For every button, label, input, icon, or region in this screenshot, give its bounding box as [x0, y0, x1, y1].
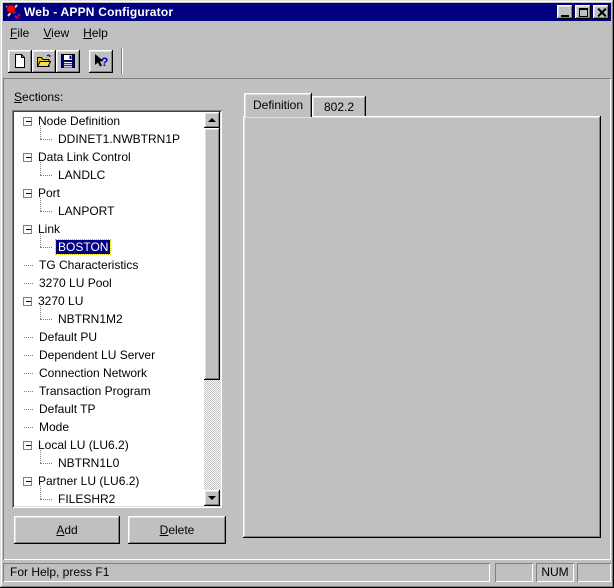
selected-tree-item[interactable]: BOSTON	[56, 240, 110, 254]
maximize-icon	[579, 8, 588, 17]
open-folder-icon	[36, 53, 52, 69]
context-help-icon: ?	[93, 53, 109, 69]
tree-item-transaction-program[interactable]: Transaction Program	[14, 382, 204, 400]
tree-connector	[40, 247, 52, 248]
app-icon	[5, 4, 21, 20]
app-window: Web - APPN Configurator File View Help	[0, 0, 614, 588]
scrollbar-thumb[interactable]	[204, 128, 220, 380]
close-icon	[597, 8, 606, 17]
menu-help[interactable]: Help	[76, 23, 115, 43]
status-cell-scrl	[577, 563, 611, 582]
tree-connector	[24, 283, 33, 284]
save-file-button[interactable]	[56, 50, 80, 73]
tree-connector	[24, 391, 33, 392]
tree-connector	[40, 175, 52, 176]
arrow-up-icon	[208, 118, 216, 122]
tree-connector	[40, 211, 52, 212]
tree-item-landlc[interactable]: LANDLC	[14, 166, 204, 184]
tab-definition[interactable]: Definition	[244, 93, 312, 117]
tree-connector	[24, 409, 33, 410]
tree-item-partner-lu[interactable]: Partner LU (LU6.2)	[14, 472, 204, 490]
delete-button-label: Delete	[160, 523, 195, 537]
tree-item-link[interactable]: Link	[14, 220, 204, 238]
tree-connector	[24, 373, 33, 374]
add-button-label: Add	[56, 523, 77, 537]
tree-item-default-pu[interactable]: Default PU	[14, 328, 204, 346]
new-document-icon	[12, 53, 28, 69]
tree-item-default-tp[interactable]: Default TP	[14, 400, 204, 418]
tree-connector	[24, 355, 33, 356]
maximize-button[interactable]	[575, 5, 591, 19]
tree-item-nbtrn1m2[interactable]: NBTRN1M2	[14, 310, 204, 328]
tree-item-local-lu[interactable]: Local LU (LU6.2)	[14, 436, 204, 454]
tree-item-data-link-control[interactable]: Data Link Control	[14, 148, 204, 166]
scroll-up-button[interactable]	[204, 112, 220, 128]
svg-text:?: ?	[101, 55, 108, 69]
status-cell-num: NUM	[536, 563, 574, 582]
tree-item-lanport[interactable]: LANPORT	[14, 202, 204, 220]
tree-item-nbtrn1l0[interactable]: NBTRN1L0	[14, 454, 204, 472]
save-floppy-icon	[60, 53, 76, 69]
definition-tab-panel	[243, 116, 601, 538]
collapse-icon[interactable]	[23, 153, 32, 162]
title-bar[interactable]: Web - APPN Configurator	[3, 3, 611, 21]
window-title: Web - APPN Configurator	[24, 5, 173, 19]
tree-item-dependent-lu-server[interactable]: Dependent LU Server	[14, 346, 204, 364]
tree-item-mode[interactable]: Mode	[14, 418, 204, 436]
new-file-button[interactable]	[8, 50, 32, 73]
status-cell-caps	[495, 563, 533, 582]
tree-connector	[40, 319, 52, 320]
context-help-button[interactable]: ?	[89, 50, 113, 73]
tree-item-port[interactable]: Port	[14, 184, 204, 202]
collapse-icon[interactable]	[23, 441, 32, 450]
tree-item-connection-network[interactable]: Connection Network	[14, 364, 204, 382]
tree-item-boston[interactable]: BOSTON	[14, 238, 204, 256]
toolbar-separator	[121, 48, 123, 74]
sections-tree[interactable]: Node Definition DDINET1.NWBTRN1P Data Li…	[12, 110, 222, 508]
arrow-down-icon	[208, 496, 216, 500]
tree-item-3270-lu-pool[interactable]: 3270 LU Pool	[14, 274, 204, 292]
menu-bar: File View Help	[3, 22, 611, 43]
tree-connector	[40, 499, 52, 500]
minimize-icon	[561, 15, 569, 17]
tree-item-ddinet1-nwbtrn1p[interactable]: DDINET1.NWBTRN1P	[14, 130, 204, 148]
tree-connector	[40, 463, 52, 464]
minimize-button[interactable]	[557, 5, 573, 19]
tree-item-node-definition[interactable]: Node Definition	[14, 112, 204, 130]
tree-connector	[24, 265, 33, 266]
tab-802-2[interactable]: 802.2	[312, 96, 366, 117]
tree-connector	[40, 139, 52, 140]
menu-view[interactable]: View	[36, 23, 76, 43]
delete-button[interactable]: Delete	[128, 516, 226, 544]
status-bar: For Help, press F1 NUM	[3, 560, 611, 585]
scroll-down-button[interactable]	[204, 490, 220, 506]
close-button[interactable]	[593, 5, 609, 19]
tree-connector	[24, 427, 33, 428]
collapse-icon[interactable]	[23, 477, 32, 486]
tree-connector	[24, 337, 33, 338]
tree-item-3270-lu[interactable]: 3270 LU	[14, 292, 204, 310]
tree-scrollbar[interactable]	[204, 112, 220, 506]
add-button[interactable]: Add	[14, 516, 120, 544]
tree-item-fileshr2[interactable]: FILESHR2	[14, 490, 204, 506]
tree-item-tg-characteristics[interactable]: TG Characteristics	[14, 256, 204, 274]
toolbar: ?	[3, 44, 611, 78]
open-file-button[interactable]	[32, 50, 56, 73]
collapse-icon[interactable]	[23, 189, 32, 198]
collapse-icon[interactable]	[23, 225, 32, 234]
sections-label: Sections:	[14, 90, 63, 104]
collapse-icon[interactable]	[23, 297, 32, 306]
collapse-icon[interactable]	[23, 117, 32, 126]
menu-file[interactable]: File	[3, 23, 36, 43]
status-message: For Help, press F1	[3, 563, 490, 582]
